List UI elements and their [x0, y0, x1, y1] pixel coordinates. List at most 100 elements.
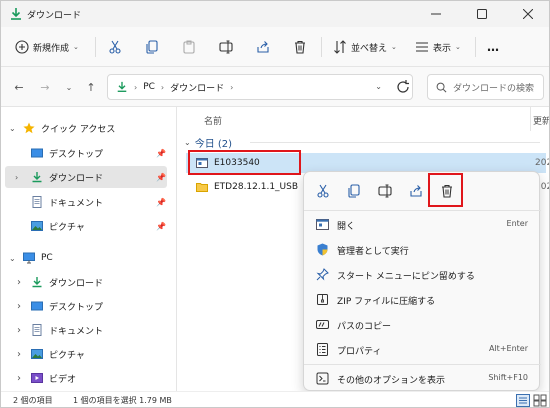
copy-icon [348, 184, 360, 198]
copy-button[interactable] [145, 35, 159, 59]
search-placeholder: ダウンロードの検索 [453, 83, 535, 94]
pictures-icon [31, 349, 43, 359]
menu-divider [304, 210, 541, 211]
minimize-button[interactable] [413, 1, 459, 27]
download-icon [32, 172, 42, 183]
menu-item-copy-path[interactable]: パスのコピー [304, 312, 541, 337]
highlight-delete-button [428, 173, 463, 207]
menu-item-label: プロパティ [337, 347, 382, 357]
trash-icon [295, 40, 305, 54]
chevron-right-icon[interactable]: › [15, 173, 18, 182]
delete-button[interactable] [293, 35, 307, 59]
window-title: ダウンロード [27, 11, 82, 21]
chevron-right-icon[interactable]: › [17, 373, 21, 384]
menu-item-run-as-admin[interactable]: 管理者として実行 [304, 237, 541, 262]
nav-pc-videos[interactable]: › ビデオ [1, 367, 171, 389]
nav-quick-documents[interactable]: ドキュメント 📌 [1, 191, 171, 213]
more-icon: … [487, 40, 500, 54]
menu-item-label: スタート メニューにピン留めする [337, 272, 475, 282]
menu-item-pin-to-start[interactable]: スタート メニューにピン留めする [304, 262, 541, 287]
nav-pc-documents[interactable]: › ドキュメント [1, 319, 171, 341]
nav-label: ドキュメント [49, 326, 104, 337]
desktop-icon [31, 301, 43, 311]
menu-item-properties[interactable]: プロパティ Alt+Enter [304, 337, 541, 362]
back-button[interactable]: ← [11, 79, 27, 95]
menu-item-more-options[interactable]: その他のオプションを表示 Shift+F10 [304, 366, 541, 391]
pin-icon[interactable]: 📌 [156, 173, 166, 182]
nav-quick-pictures[interactable]: ピクチャ 📌 [1, 215, 171, 237]
refresh-icon[interactable] [395, 79, 411, 95]
scissors-icon [317, 184, 329, 198]
chevron-down-icon: ⌄ [391, 43, 397, 51]
sort-button[interactable]: 並べ替え ⌄ [333, 35, 397, 59]
details-view-icon[interactable] [516, 394, 530, 407]
desktop-icon [31, 148, 43, 158]
context-copy-button[interactable] [345, 182, 363, 200]
view-label: 表示 [433, 43, 452, 54]
more-options-button[interactable]: … [487, 35, 500, 59]
chevron-right-icon[interactable]: › [17, 277, 21, 288]
pin-icon[interactable]: 📌 [156, 149, 166, 158]
nav-pc-pictures[interactable]: › ピクチャ [1, 343, 171, 365]
pin-icon[interactable]: 📌 [156, 198, 166, 207]
search-icon [436, 82, 447, 92]
command-bar: 新規作成 ⌄ 並べ替え ⌄ 表示 ⌄ … [1, 27, 549, 67]
separator [475, 37, 476, 57]
menu-item-compress-zip[interactable]: ZIP ファイルに圧縮する [304, 287, 541, 312]
nav-pc[interactable]: ⌄ PC [1, 247, 171, 269]
status-selection: 1 個の項目を選択 1.79 MB [73, 396, 172, 405]
cut-button[interactable] [108, 35, 122, 59]
chevron-right-icon[interactable]: › [17, 301, 21, 312]
nav-pc-downloads[interactable]: › ダウンロード [1, 271, 171, 293]
forward-button[interactable]: → [37, 79, 53, 95]
new-button[interactable]: 新規作成 ⌄ [15, 35, 79, 59]
rename-icon [378, 184, 392, 198]
tiles-view-icon[interactable] [533, 394, 547, 407]
chevron-down-icon: ⌄ [73, 43, 79, 51]
nav-pc-desktop[interactable]: › デスクトップ [1, 295, 171, 317]
download-icon [32, 277, 42, 288]
minimize-icon [431, 13, 441, 15]
search-input[interactable]: ダウンロードの検索 [427, 74, 544, 100]
address-bar[interactable]: › PC › ダウンロード › ⌄ [107, 74, 413, 100]
nav-quick-desktop[interactable]: デスクトップ 📌 [1, 142, 171, 164]
paste-button[interactable] [182, 35, 196, 59]
address-dropdown-icon[interactable]: ⌄ [375, 82, 382, 91]
chevron-right-icon: › [230, 82, 234, 92]
chevron-down-icon[interactable]: ⌄ [9, 254, 16, 263]
navigation-pane: ⌄ クイック アクセス デスクトップ 📌 › ダウンロード 📌 ドキュメント 📌… [1, 107, 177, 391]
address-row: ← → ⌄ ↑ › PC › ダウンロード › ⌄ ダウンロードの検索 [1, 67, 549, 107]
share-button[interactable] [256, 35, 270, 59]
chevron-right-icon[interactable]: › [17, 349, 21, 360]
context-rename-button[interactable] [376, 182, 394, 200]
maximize-button[interactable] [459, 1, 505, 27]
close-button[interactable] [505, 1, 549, 27]
context-cut-button[interactable] [314, 182, 332, 200]
properties-icon [317, 343, 328, 356]
chevron-right-icon[interactable]: › [17, 325, 21, 336]
arrow-left-icon: ← [14, 80, 24, 94]
menu-item-open[interactable]: 開く Enter [304, 212, 541, 237]
chevron-down-icon[interactable]: ⌄ [9, 124, 16, 133]
context-share-button[interactable] [407, 182, 425, 200]
nav-quick-access[interactable]: ⌄ クイック アクセス [1, 117, 171, 139]
pictures-icon [31, 221, 43, 231]
column-header-date[interactable]: 更新 [533, 114, 549, 127]
menu-item-label: 管理者として実行 [337, 247, 409, 257]
nav-quick-downloads[interactable]: › ダウンロード 📌 [5, 166, 167, 188]
star-icon [23, 122, 35, 134]
up-button[interactable]: ↑ [83, 79, 99, 95]
arrow-up-icon: ↑ [86, 80, 96, 94]
breadcrumb-pc[interactable]: PC [143, 82, 155, 92]
share-icon [410, 185, 422, 197]
group-header-today[interactable]: ⌄ 今日 (2) [184, 135, 232, 150]
recent-locations-button[interactable]: ⌄ [61, 79, 77, 95]
pin-icon[interactable]: 📌 [156, 222, 166, 231]
rename-button[interactable] [219, 35, 233, 59]
chevron-down-icon: ⌄ [455, 43, 461, 51]
share-icon [257, 41, 269, 53]
column-divider[interactable] [530, 107, 531, 131]
view-button[interactable]: 表示 ⌄ [415, 35, 461, 59]
breadcrumb-downloads[interactable]: ダウンロード [170, 81, 224, 94]
column-header-name[interactable]: 名前 [204, 114, 222, 127]
